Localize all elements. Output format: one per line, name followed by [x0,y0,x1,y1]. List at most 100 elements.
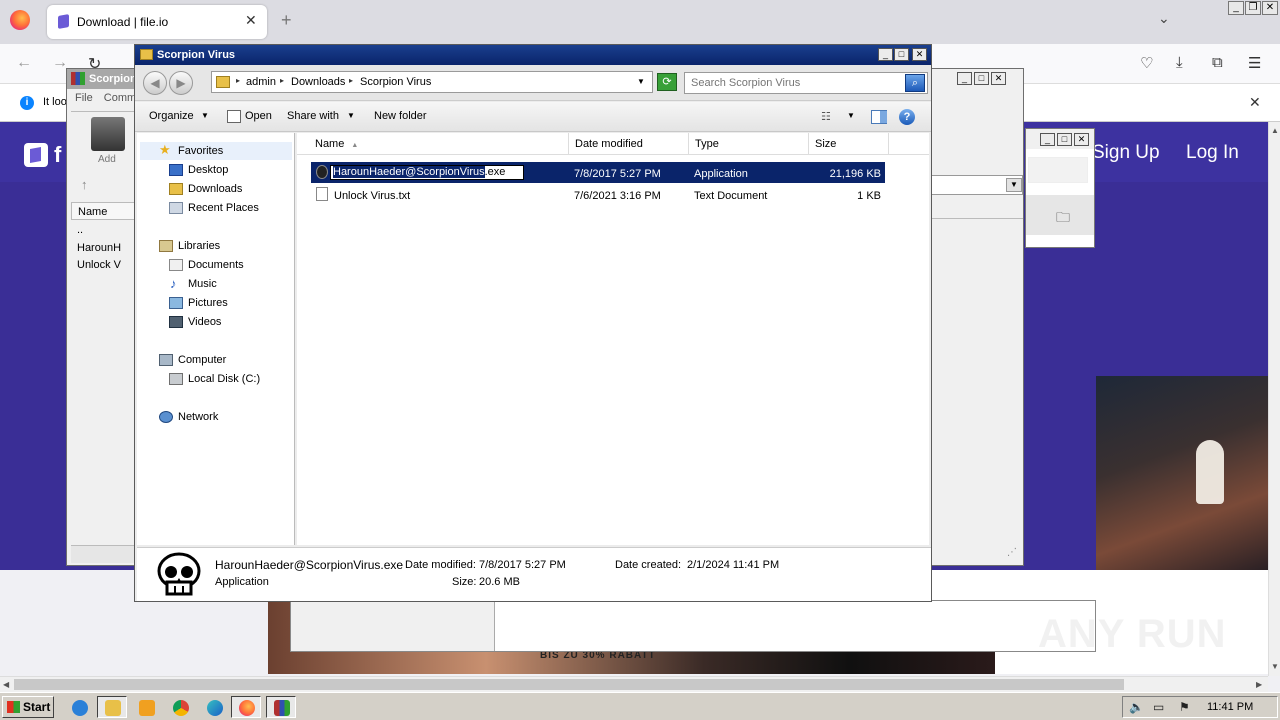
vertical-scrollbar[interactable]: ▲ ▼ [1268,122,1280,676]
chevron-down-icon[interactable]: ▼ [347,111,355,120]
nav-item-network[interactable]: Network [178,411,218,423]
background-window[interactable]: _ □ ✕ ▼ ⋰ [928,68,1024,566]
close-tab-icon[interactable]: ✕ [245,12,257,29]
nav-item-desktop[interactable]: Desktop [188,164,228,176]
preview-pane-icon[interactable] [871,110,887,124]
minimize-icon[interactable]: _ [1040,133,1055,146]
close-icon[interactable]: ✕ [1074,133,1089,146]
browser-tab[interactable]: Download | file.io ✕ [47,5,267,39]
share-with-button[interactable]: Share with [287,110,339,122]
column-date-header[interactable]: Date modified [569,133,689,155]
list-item[interactable]: HarounH [77,242,121,254]
minimize-icon[interactable]: _ [957,72,972,85]
nav-item-recent-places[interactable]: Recent Places [188,202,259,214]
nav-item-downloads[interactable]: Downloads [188,183,242,195]
maximize-icon[interactable]: □ [1057,133,1072,146]
clock[interactable]: 11:41 PM [1207,701,1253,713]
restore-icon[interactable]: ❐ [1245,1,1261,15]
taskbar-ie[interactable] [64,696,94,718]
nav-item-pictures[interactable]: Pictures [188,297,228,309]
chevron-down-icon[interactable]: ▼ [847,111,855,120]
column-size-header[interactable]: Size [809,133,889,155]
explorer-window[interactable]: Scorpion Virus _ □ ✕ ◀ ▶ ▸ admin ▸ Downl… [134,44,932,602]
search-input[interactable] [685,73,903,93]
help-icon[interactable]: ? [899,109,915,125]
volume-icon[interactable]: 🔈 [1129,700,1144,714]
breadcrumb-scorpion-virus[interactable]: Scorpion Virus [360,76,431,88]
nav-item-computer[interactable]: Computer [178,354,226,366]
add-archive-icon[interactable] [91,117,125,151]
search-box[interactable]: ⌕ [684,72,928,94]
list-item[interactable]: .. [77,224,83,236]
nav-item-local-disk[interactable]: Local Disk (C:) [188,373,260,385]
menu-commands[interactable]: Comm [104,92,136,104]
breadcrumb-arrow-icon[interactable]: ▸ [236,76,240,85]
refresh-icon[interactable]: ⟳ [657,73,677,91]
taskbar-chrome[interactable] [165,696,195,718]
horizontal-scrollbar[interactable]: ◀ ▶ [0,676,1268,692]
close-icon[interactable]: ✕ [991,72,1006,85]
close-notification-icon[interactable]: ✕ [1249,94,1261,111]
view-options-icon[interactable]: ☷ [821,110,835,123]
scroll-right-icon[interactable]: ▶ [1256,680,1262,689]
input-field[interactable] [1028,157,1088,183]
taskbar-firefox[interactable] [231,696,261,718]
scroll-down-icon[interactable]: ▼ [1271,662,1279,671]
minimize-icon[interactable]: _ [878,48,893,61]
back-icon[interactable]: ← [16,54,32,72]
forward-icon[interactable]: ▶ [169,71,193,95]
chevron-down-icon[interactable]: ⌄ [1158,10,1170,27]
column-name-header[interactable]: Name ▲ [309,133,569,155]
list-item[interactable]: Unlock V [77,259,121,271]
up-arrow-icon[interactable]: ↑ [81,177,88,192]
breadcrumb-downloads[interactable]: Downloads [291,76,345,88]
taskbar-winrar[interactable] [266,696,296,718]
organize-button[interactable]: Organize [149,110,194,122]
flag-icon[interactable]: ⚑ [1179,700,1190,714]
search-icon[interactable]: ⌕ [905,74,925,92]
background-dialog-small[interactable]: _ □ ✕ 🗀 [1025,128,1095,248]
address-dropdown-icon[interactable]: ▼ [637,77,645,86]
menu-file[interactable]: File [75,92,93,104]
title-bar[interactable]: Scorpion Virus _ □ ✕ [135,45,931,65]
back-icon[interactable]: ◀ [143,71,167,95]
start-button[interactable]: Start [2,696,54,718]
login-link[interactable]: Log In [1186,142,1239,164]
scroll-up-icon[interactable]: ▲ [1271,126,1279,135]
signup-link[interactable]: Sign Up [1092,142,1160,164]
nav-item-music[interactable]: Music [188,278,217,290]
download-icon[interactable]: ⤓ [1176,54,1183,71]
network-tray-icon[interactable]: ▭ [1153,700,1164,714]
breadcrumb-arrow-icon[interactable]: ▸ [349,76,353,85]
maximize-icon[interactable]: □ [894,48,909,61]
nav-item-libraries[interactable]: Libraries [178,240,220,252]
maximize-icon[interactable]: □ [974,72,989,85]
close-icon[interactable]: ✕ [912,48,927,61]
folder-icon[interactable]: 🗀 [1056,207,1070,231]
rename-field[interactable]: HarounHaeder@ScorpionVirus.exe [330,165,524,180]
menu-icon[interactable]: ☰ [1248,54,1261,72]
address-field[interactable]: ▼ [931,175,1023,195]
taskbar-explorer[interactable] [97,696,127,718]
pocket-icon[interactable]: ♡ [1140,54,1153,72]
breadcrumb-admin[interactable]: admin [246,76,276,88]
new-folder-button[interactable]: New folder [374,110,427,122]
open-button[interactable]: Open [245,110,272,122]
file-list[interactable]: Name ▲ Date modified Type Size HarounHae… [297,133,929,545]
taskbar-edge[interactable] [199,696,229,718]
resize-grip-icon[interactable]: ⋰ [1007,547,1019,559]
column-type-header[interactable]: Type [689,133,809,155]
scroll-left-icon[interactable]: ◀ [3,680,9,689]
new-tab-icon[interactable]: + [281,10,292,31]
address-bar[interactable]: ▸ admin ▸ Downloads ▸ Scorpion Virus ▼ [211,71,653,93]
dropdown-icon[interactable]: ▼ [1006,178,1022,192]
nav-item-videos[interactable]: Videos [188,316,221,328]
nav-item-favorites[interactable]: Favorites [178,145,223,157]
scrollbar-thumb[interactable] [14,679,1124,690]
taskbar-media-player[interactable] [131,696,161,718]
breadcrumb-arrow-icon[interactable]: ▸ [280,76,284,85]
nav-item-documents[interactable]: Documents [188,259,244,271]
fileio-logo-icon[interactable] [24,143,48,167]
extensions-icon[interactable]: ⧉ [1212,54,1223,71]
close-icon[interactable]: ✕ [1262,1,1278,15]
